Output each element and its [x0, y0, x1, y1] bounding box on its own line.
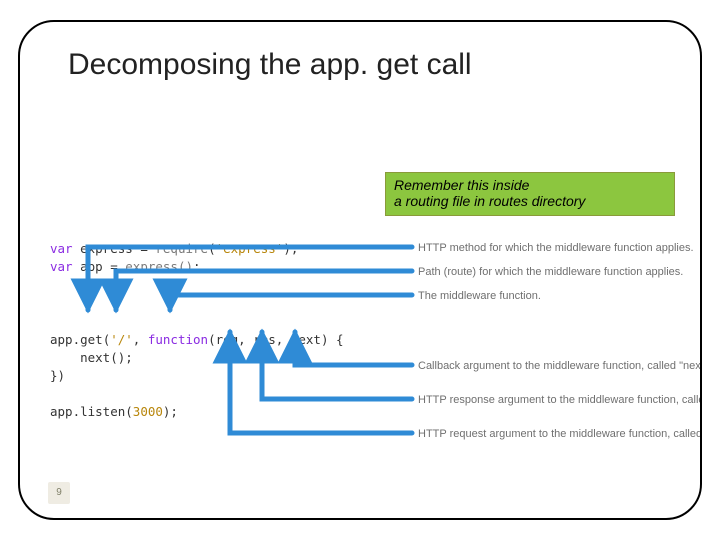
- label-req-arg: HTTP request argument to the middleware …: [418, 428, 702, 440]
- slide-title: Decomposing the app. get call: [68, 48, 472, 82]
- label-middleware-fn: The middleware function.: [418, 290, 541, 302]
- id-app: app: [80, 259, 103, 274]
- obj-app2: app: [50, 404, 73, 419]
- callout-line-1: Remember this inside: [394, 177, 666, 193]
- str-express-arg: 'express': [216, 241, 284, 256]
- str-path: '/': [110, 332, 133, 347]
- body-next: next();: [50, 350, 133, 365]
- fn-require: require: [155, 241, 208, 256]
- page-number-badge: 9: [48, 482, 70, 504]
- label-next-arg: Callback argument to the middleware func…: [418, 360, 702, 372]
- id-express: express: [80, 241, 133, 256]
- obj-app: app: [50, 332, 73, 347]
- fn-express-call: express(): [125, 259, 193, 274]
- label-http-method: HTTP method for which the middleware fun…: [418, 242, 694, 254]
- slide-frame: Decomposing the app. get call Remember t…: [18, 20, 702, 520]
- fn-params: (req, res, next): [208, 332, 328, 347]
- close-brace: }): [50, 368, 65, 383]
- callout-line-2: a routing file in routes directory: [394, 193, 666, 209]
- label-path-route: Path (route) for which the middleware fu…: [418, 266, 683, 278]
- num-port: 3000: [133, 404, 163, 419]
- kw-var2: var: [50, 259, 73, 274]
- method-get: get: [80, 332, 103, 347]
- method-listen: listen: [80, 404, 125, 419]
- label-res-arg: HTTP response argument to the middleware…: [418, 394, 702, 406]
- kw-function: function: [148, 332, 208, 347]
- callout-box: Remember this inside a routing file in r…: [385, 172, 675, 216]
- code-block: var express = require('express'); var ap…: [50, 240, 344, 421]
- kw-var: var: [50, 241, 73, 256]
